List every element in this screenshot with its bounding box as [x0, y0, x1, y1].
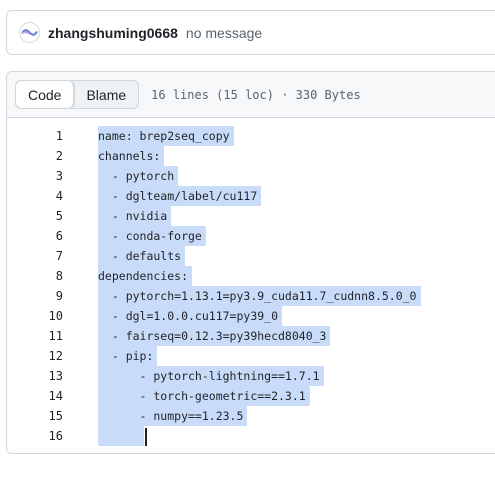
selected-text: - dgl=1.0.0.cu117=py39_0 [98, 306, 283, 326]
line-text: - pytorch=1.13.1=py3.9_cuda11.7_cudnn8.5… [98, 286, 421, 306]
line-number[interactable]: 4 [7, 189, 63, 203]
line-number[interactable]: 14 [7, 389, 63, 403]
line-number[interactable]: 6 [7, 229, 63, 243]
line-text: name: brep2seq_copy [98, 126, 234, 146]
text-caret [144, 427, 147, 446]
line-number[interactable]: 12 [7, 349, 63, 363]
line-number[interactable]: 8 [7, 269, 63, 283]
code-line: 10 - dgl=1.0.0.cu117=py39_0 [7, 306, 495, 326]
line-number[interactable]: 2 [7, 149, 63, 163]
line-text: - torch-geometric==2.3.1 [98, 386, 310, 406]
line-text: channels: [98, 146, 165, 166]
line-number[interactable]: 5 [7, 209, 63, 223]
selected-text: - pytorch=1.13.1=py3.9_cuda11.7_cudnn8.5… [98, 286, 421, 306]
commit-bar: zhangshuming0668 no message [6, 10, 495, 55]
selected-text: - torch-geometric==2.3.1 [98, 386, 310, 406]
code-line: 11 - fairseq=0.12.3=py39hecd8040_3 [7, 326, 495, 346]
line-number[interactable]: 3 [7, 169, 63, 183]
avatar[interactable] [19, 22, 40, 43]
file-info: 16 lines (15 loc) · 330 Bytes [151, 87, 361, 102]
selected-text: - numpy==1.23.5 [98, 406, 248, 426]
line-text [98, 426, 147, 446]
line-number[interactable]: 15 [7, 409, 63, 423]
line-text: - dglteam/label/cu117 [98, 186, 262, 206]
code-line: 6 - conda-forge [7, 226, 495, 246]
selected-text: channels: [98, 146, 165, 166]
line-number[interactable]: 10 [7, 309, 63, 323]
code-area[interactable]: 1 name: brep2seq_copy 2 channels: 3 - pytorc… [7, 118, 495, 446]
line-number[interactable]: 11 [7, 329, 63, 343]
view-mode-segmented-control: Code Blame [15, 80, 140, 109]
tab-code[interactable]: Code [16, 81, 75, 108]
code-line: 4 - dglteam/label/cu117 [7, 186, 495, 206]
selected-text: name: brep2seq_copy [98, 126, 234, 146]
file-viewer: Code Blame 16 lines (15 loc) · 330 Bytes… [6, 71, 495, 454]
line-number[interactable]: 9 [7, 289, 63, 303]
line-number[interactable]: 16 [7, 429, 63, 443]
file-header: Code Blame 16 lines (15 loc) · 330 Bytes [7, 72, 495, 118]
line-text: - pytorch [98, 166, 179, 186]
line-text: - numpy==1.23.5 [98, 406, 248, 426]
selected-text: - dglteam/label/cu117 [98, 186, 262, 206]
selected-text: - fairseq=0.12.3=py39hecd8040_3 [98, 326, 331, 346]
selected-text: - conda-forge [98, 226, 206, 246]
selected-text: - pytorch-lightning==1.7.1 [98, 366, 324, 386]
code-line: 5 - nvidia [7, 206, 495, 226]
commit-author-link[interactable]: zhangshuming0668 [48, 25, 178, 41]
line-text: - pip: [98, 346, 158, 366]
line-text: - dgl=1.0.0.cu117=py39_0 [98, 306, 283, 326]
line-number[interactable]: 7 [7, 249, 63, 263]
code-line: 9 - pytorch=1.13.1=py3.9_cuda11.7_cudnn8… [7, 286, 495, 306]
code-line: 15 - numpy==1.23.5 [7, 406, 495, 426]
code-line: 12 - pip: [7, 346, 495, 366]
line-text: - conda-forge [98, 226, 206, 246]
line-number[interactable]: 13 [7, 369, 63, 383]
commit-message[interactable]: no message [186, 25, 262, 41]
code-line: 8 dependencies: [7, 266, 495, 286]
selected-text: - pytorch [98, 166, 179, 186]
tab-blame[interactable]: Blame [74, 81, 138, 108]
line-text: - pytorch-lightning==1.7.1 [98, 366, 324, 386]
code-line: 16 [7, 426, 495, 446]
avatar-wave-icon [21, 29, 38, 36]
code-line: 13 - pytorch-lightning==1.7.1 [7, 366, 495, 386]
selected-text: - defaults [98, 246, 186, 266]
line-text: dependencies: [98, 266, 193, 286]
code-line: 7 - defaults [7, 246, 495, 266]
line-text: - fairseq=0.12.3=py39hecd8040_3 [98, 326, 331, 346]
selected-text: dependencies: [98, 266, 193, 286]
code-line: 3 - pytorch [7, 166, 495, 186]
selected-text: - nvidia [98, 206, 172, 226]
selected-text: - pip: [98, 346, 158, 366]
selected-text [98, 426, 144, 446]
line-text: - defaults [98, 246, 186, 266]
line-text: - nvidia [98, 206, 172, 226]
code-line: 14 - torch-geometric==2.3.1 [7, 386, 495, 406]
code-line: 1 name: brep2seq_copy [7, 126, 495, 146]
code-line: 2 channels: [7, 146, 495, 166]
line-number[interactable]: 1 [7, 129, 63, 143]
